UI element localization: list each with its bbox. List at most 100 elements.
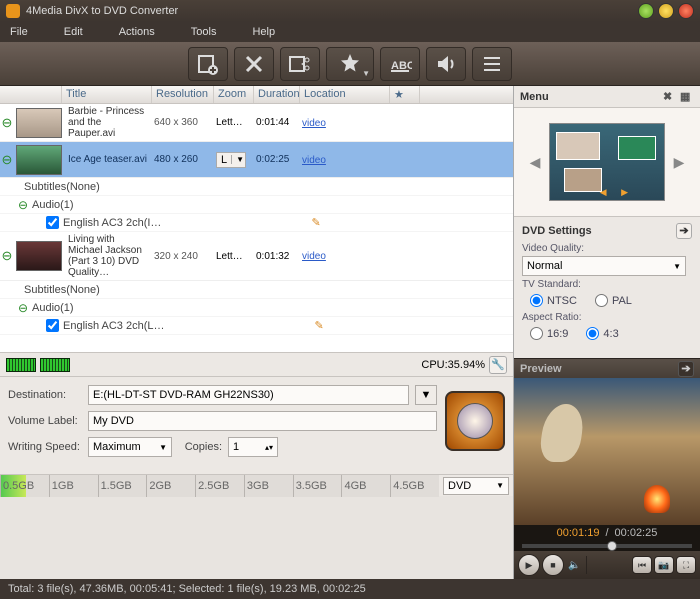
audio-header-row[interactable]: ⊖Audio(1) bbox=[0, 299, 513, 317]
file-row[interactable]: ⊖ Living with Michael Jackson (Part 3 10… bbox=[0, 232, 513, 281]
disc-type-select[interactable]: DVD▼ bbox=[443, 477, 509, 495]
ntsc-radio[interactable]: NTSC bbox=[530, 294, 577, 307]
delete-button[interactable] bbox=[234, 47, 274, 81]
track-checkbox[interactable] bbox=[46, 319, 59, 332]
fullscreen-button[interactable]: ⛶ bbox=[676, 556, 696, 574]
subtitle-button[interactable]: ABC bbox=[380, 47, 420, 81]
edit-icon[interactable]: ✎ bbox=[311, 216, 320, 229]
quality-select[interactable]: Normal▼ bbox=[522, 256, 686, 276]
thumbnail bbox=[16, 145, 62, 175]
thumbnail bbox=[16, 241, 62, 271]
menu-grid-icon[interactable]: ▦ bbox=[680, 90, 694, 104]
close-button[interactable] bbox=[678, 3, 694, 19]
speaker-icon bbox=[434, 52, 458, 76]
seek-knob[interactable] bbox=[607, 541, 617, 551]
expand-icon[interactable]: ⊖ bbox=[0, 115, 14, 131]
col-star[interactable]: ★ bbox=[390, 86, 420, 103]
settings-go-button[interactable]: ➔ bbox=[676, 223, 692, 239]
video-frame[interactable] bbox=[514, 378, 700, 525]
chapter-button[interactable] bbox=[472, 47, 512, 81]
file-dur: 0:01:44 bbox=[256, 117, 302, 128]
menu-edit[interactable]: Edit bbox=[64, 26, 83, 38]
file-row[interactable]: ⊖ Barbie - Princess and the Pauper.avi 6… bbox=[0, 104, 513, 142]
menu-file[interactable]: File bbox=[10, 26, 28, 38]
aspect-169-radio[interactable]: 16:9 bbox=[530, 327, 568, 340]
next-template-button[interactable]: ▶ bbox=[671, 154, 687, 171]
location-link[interactable]: video bbox=[302, 155, 326, 166]
size-bar: 0.5GB1GB1.5GB 2GB2.5GB3GB 3.5GB4GB4.5GB … bbox=[0, 474, 513, 496]
col-resolution[interactable]: Resolution bbox=[152, 86, 214, 103]
menu-help[interactable]: Help bbox=[252, 26, 275, 38]
menu-actions[interactable]: Actions bbox=[119, 26, 155, 38]
volume-label: Volume Label: bbox=[8, 415, 82, 427]
track-checkbox[interactable] bbox=[46, 216, 59, 229]
subtitles-row[interactable]: Subtitles(None) bbox=[0, 178, 513, 196]
aspect-label: Aspect Ratio: bbox=[522, 312, 692, 323]
clip-button[interactable] bbox=[280, 47, 320, 81]
stop-button[interactable]: ■ bbox=[542, 554, 564, 576]
expand-icon[interactable]: ⊖ bbox=[18, 301, 32, 315]
destination-select[interactable]: E:(HL-DT-ST DVD-RAM GH22NS30) bbox=[88, 385, 409, 405]
cpu-label: CPU:35.94% bbox=[421, 359, 485, 371]
film-plus-icon bbox=[196, 52, 220, 76]
list-icon bbox=[480, 52, 504, 76]
effects-button[interactable]: ▼ bbox=[326, 47, 374, 81]
file-row[interactable]: ⊖ Ice Age teaser.avi 480 x 260 L▼ 0:02:2… bbox=[0, 142, 513, 178]
film-scissors-icon bbox=[288, 52, 312, 76]
chevron-down-icon: ▼ bbox=[496, 481, 504, 490]
audio-track-row[interactable]: English AC3 2ch(I…✎ bbox=[0, 214, 513, 232]
file-res: 320 x 240 bbox=[154, 251, 216, 262]
file-title: Ice Age teaser.avi bbox=[64, 154, 154, 165]
disc-icon bbox=[457, 403, 493, 439]
volume-input[interactable]: My DVD bbox=[88, 411, 437, 431]
cpu-settings-button[interactable]: 🔧 bbox=[489, 356, 507, 374]
maximize-button[interactable] bbox=[658, 3, 674, 19]
burn-button[interactable] bbox=[445, 391, 505, 451]
audio-button[interactable] bbox=[426, 47, 466, 81]
location-link[interactable]: video bbox=[302, 118, 326, 129]
prev-template-button[interactable]: ◀ bbox=[527, 154, 543, 171]
expand-icon[interactable]: ⊖ bbox=[18, 198, 32, 212]
minimize-button[interactable] bbox=[638, 3, 654, 19]
prev-frame-button[interactable]: ⏮ bbox=[632, 556, 652, 574]
preview-go-button[interactable]: ➔ bbox=[678, 361, 694, 377]
zoom-select[interactable]: L▼ bbox=[216, 152, 246, 168]
copies-spinner[interactable]: 1▴▾ bbox=[228, 437, 278, 457]
menu-settings-icon[interactable]: ✖ bbox=[663, 90, 677, 104]
preview-header: Preview➔ bbox=[514, 358, 700, 378]
aspect-43-radio[interactable]: 4:3 bbox=[586, 327, 618, 340]
play-button[interactable]: ▶ bbox=[518, 554, 540, 576]
speed-select[interactable]: Maximum▼ bbox=[88, 437, 172, 457]
copies-label: Copies: bbox=[178, 441, 222, 453]
col-title[interactable]: Title bbox=[62, 86, 152, 103]
col-zoom[interactable]: Zoom bbox=[214, 86, 254, 103]
menu-panel-header: Menu ✖ ▦ bbox=[514, 86, 700, 108]
seek-bar[interactable] bbox=[514, 541, 700, 551]
status-bar: Total: 3 file(s), 47.36MB, 00:05:41; Sel… bbox=[0, 579, 700, 599]
col-duration[interactable]: Duration bbox=[254, 86, 300, 103]
thumbnail bbox=[16, 108, 62, 138]
subtitles-row[interactable]: Subtitles(None) bbox=[0, 281, 513, 299]
abc-icon: ABC bbox=[388, 52, 412, 76]
audio-header-row[interactable]: ⊖Audio(1) bbox=[0, 196, 513, 214]
quality-label: Video Quality: bbox=[522, 243, 692, 254]
volume-icon[interactable]: 🔈 bbox=[568, 560, 580, 571]
toolbar: ▼ ABC bbox=[0, 42, 700, 86]
column-header: Title Resolution Zoom Duration Location … bbox=[0, 86, 513, 104]
add-file-button[interactable] bbox=[188, 47, 228, 81]
file-title: Living with Michael Jackson (Part 3 10) … bbox=[64, 234, 154, 278]
menu-thumbnail[interactable]: ◀ ▶ bbox=[549, 123, 665, 201]
expand-icon[interactable]: ⊖ bbox=[0, 152, 14, 168]
star-icon bbox=[338, 52, 362, 76]
edit-icon[interactable]: ✎ bbox=[315, 319, 324, 332]
location-link[interactable]: video bbox=[302, 251, 326, 262]
cpu-graph bbox=[6, 358, 36, 372]
col-location[interactable]: Location bbox=[300, 86, 390, 103]
pal-radio[interactable]: PAL bbox=[595, 294, 632, 307]
audio-track-row[interactable]: English AC3 2ch(L…✎ bbox=[0, 317, 513, 335]
destination-dropdown[interactable]: ▼ bbox=[415, 385, 437, 405]
snapshot-button[interactable]: 📷 bbox=[654, 556, 674, 574]
expand-icon[interactable]: ⊖ bbox=[0, 248, 14, 264]
menu-tools[interactable]: Tools bbox=[191, 26, 217, 38]
file-res: 640 x 360 bbox=[154, 117, 216, 128]
